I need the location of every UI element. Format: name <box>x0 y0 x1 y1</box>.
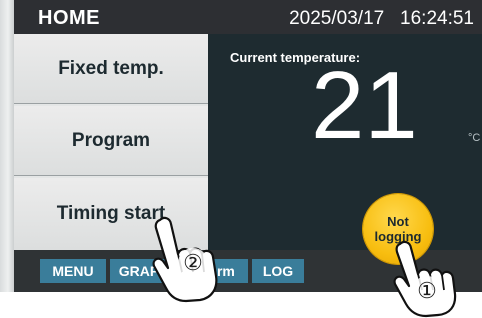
temperature-unit: °C <box>468 132 481 144</box>
date-time: 2025/03/17 16:24:51 <box>289 8 474 29</box>
fixed-temp-label: Fixed temp. <box>58 57 164 79</box>
temperature-panel: Current temperature: 21 °C <box>208 34 482 250</box>
header-bar: HOME 2025/03/17 16:24:51 <box>14 0 482 34</box>
step-2-marker: ② <box>178 248 208 278</box>
current-temperature-value: 21 <box>311 52 418 159</box>
log-tab[interactable]: LOG <box>252 259 304 283</box>
log-tab-label: LOG <box>262 263 294 279</box>
menu-tab[interactable]: MENU <box>40 259 106 283</box>
program-button[interactable]: Program <box>14 106 208 176</box>
fixed-temp-button[interactable]: Fixed temp. <box>14 34 208 104</box>
menu-tab-label: MENU <box>52 263 94 279</box>
page-title: HOME <box>38 7 100 29</box>
program-label: Program <box>71 129 151 151</box>
step-1-marker: ① <box>412 276 442 306</box>
